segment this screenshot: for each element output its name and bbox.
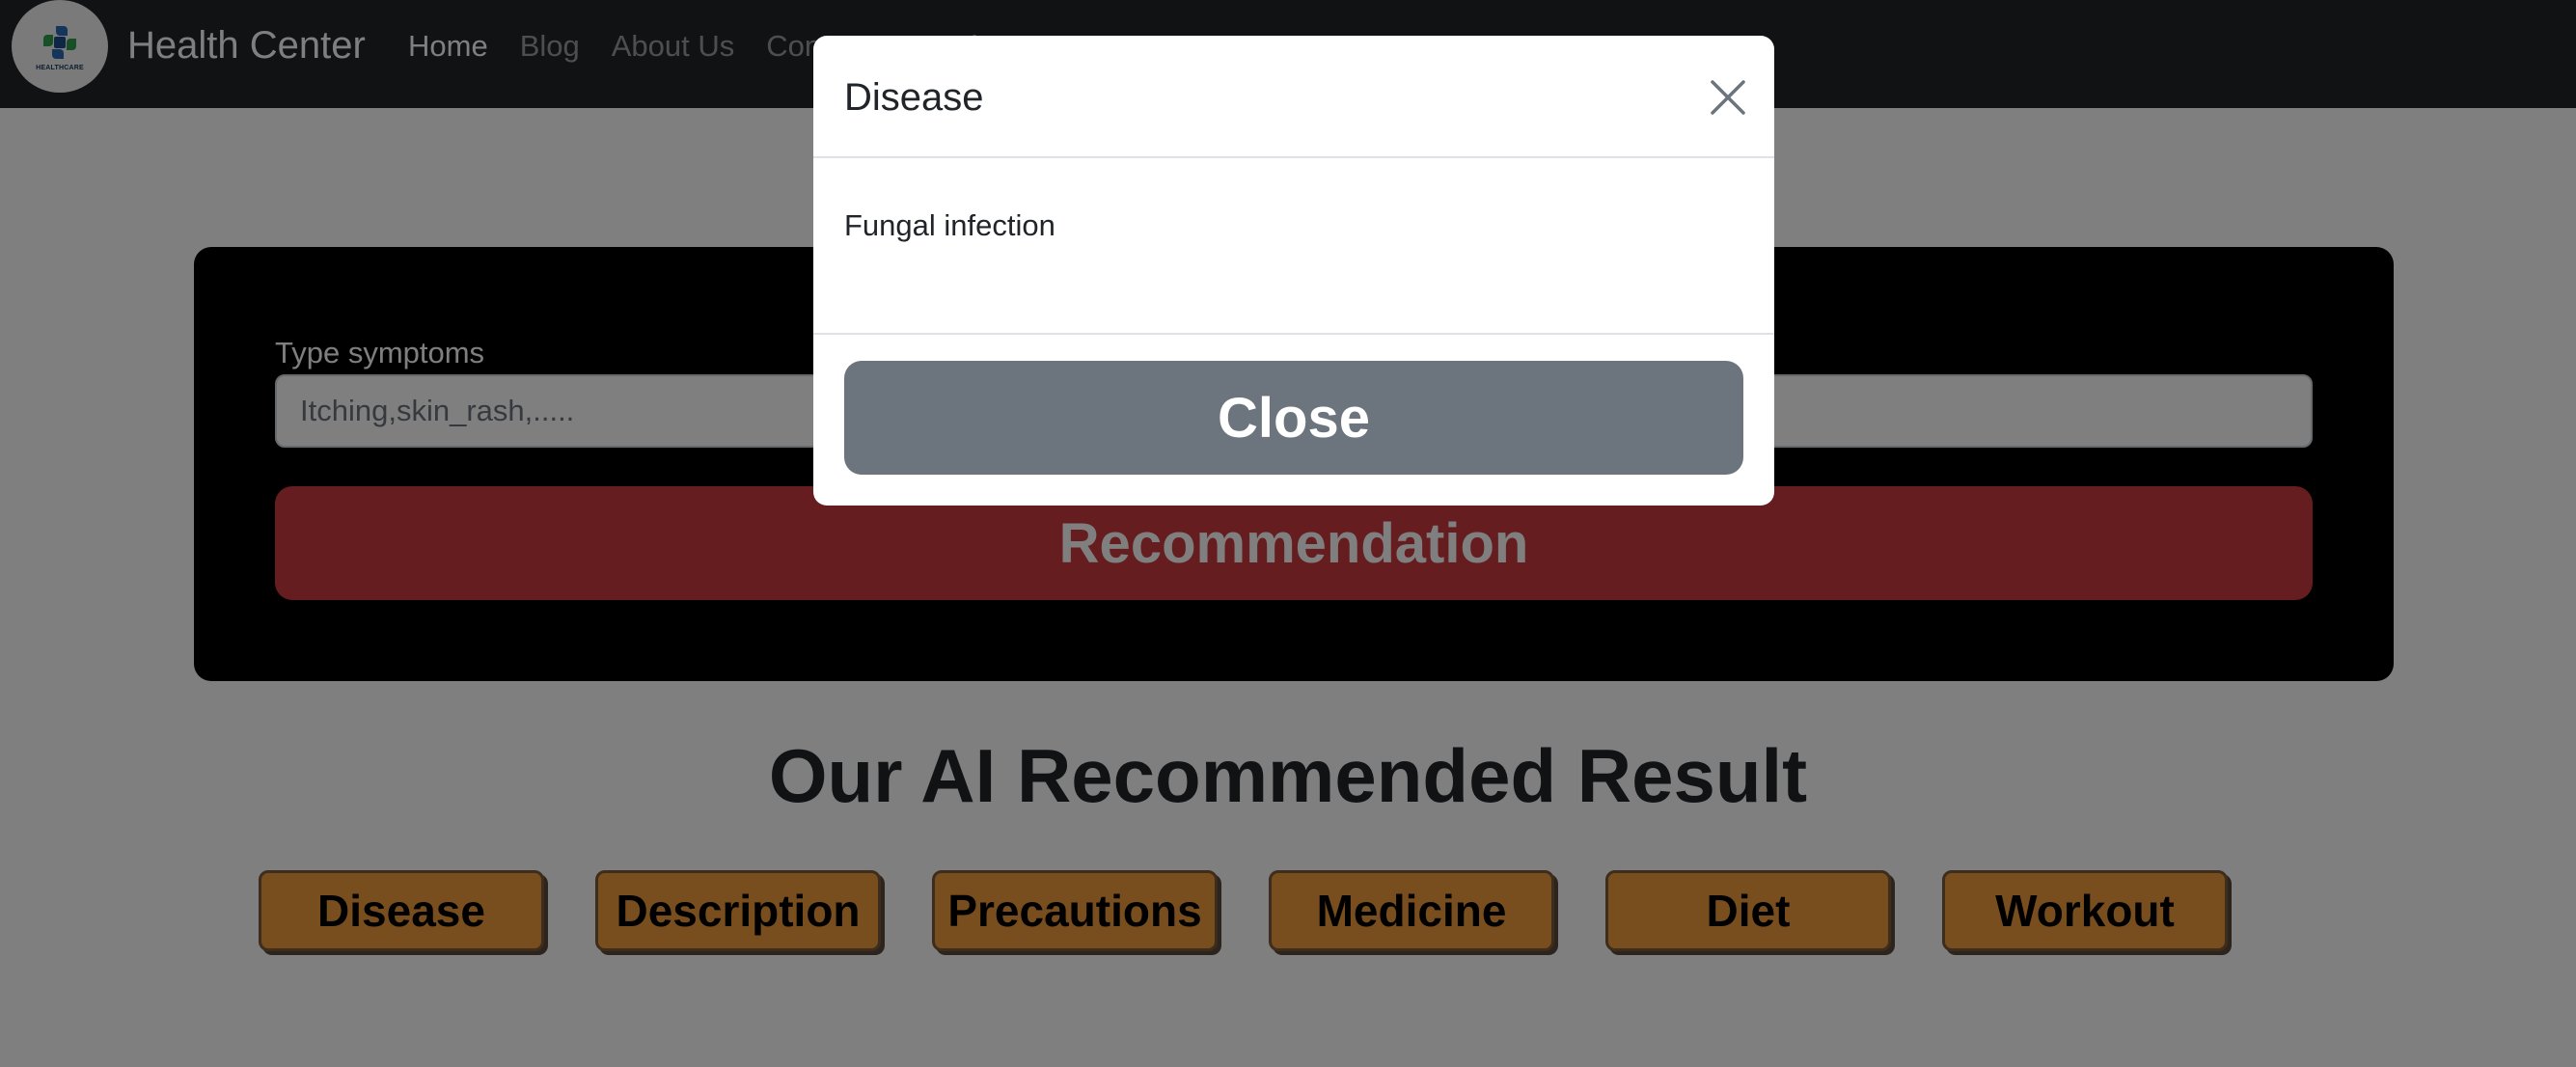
disease-result-text: Fungal infection [844,208,1055,242]
modal-close-button[interactable]: Close [844,361,1743,475]
disease-modal: Disease Fungal infection Close [813,36,1774,506]
modal-header: Disease [813,36,1774,158]
close-icon[interactable] [1709,78,1747,117]
modal-body: Fungal infection [813,158,1774,335]
modal-title: Disease [844,76,984,119]
